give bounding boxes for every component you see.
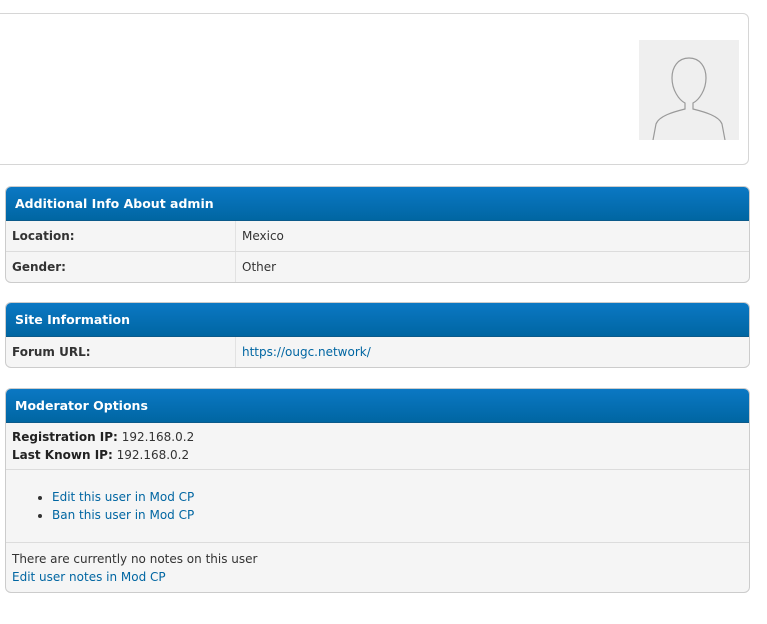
edit-user-notes-link[interactable]: Edit user notes in Mod CP xyxy=(12,570,166,584)
ban-user-modcp-link[interactable]: Ban this user in Mod CP xyxy=(52,508,194,522)
gender-label: Gender: xyxy=(6,252,236,282)
edit-user-modcp-link[interactable]: Edit this user in Mod CP xyxy=(52,490,194,504)
site-information-title: Site Information xyxy=(6,303,749,337)
notes-text: There are currently no notes on this use… xyxy=(12,552,258,566)
last-known-ip-value: 192.168.0.2 xyxy=(116,448,190,462)
additional-info-panel: Additional Info About admin Location: Me… xyxy=(5,186,750,283)
gender-row: Gender: Other xyxy=(6,252,749,282)
registration-ip-label: Registration IP: xyxy=(12,430,118,444)
forum-url-link[interactable]: https://ougc.network/ xyxy=(242,345,371,359)
profile-card xyxy=(0,13,749,165)
mod-links-section: Edit this user in Mod CP Ban this user i… xyxy=(6,470,749,543)
moderator-options-panel: Moderator Options Registration IP: 192.1… xyxy=(5,388,750,593)
registration-ip-value: 192.168.0.2 xyxy=(121,430,195,444)
ip-section: Registration IP: 192.168.0.2 Last Known … xyxy=(6,423,749,470)
forum-url-label: Forum URL: xyxy=(6,337,236,367)
default-avatar-icon xyxy=(639,40,739,140)
location-row: Location: Mexico xyxy=(6,221,749,252)
user-notes-section: There are currently no notes on this use… xyxy=(6,543,749,592)
forum-url-row: Forum URL: https://ougc.network/ xyxy=(6,337,749,367)
location-label: Location: xyxy=(6,221,236,251)
gender-value: Other xyxy=(242,260,277,274)
list-item: Ban this user in Mod CP xyxy=(52,506,743,524)
additional-info-title: Additional Info About admin xyxy=(6,187,749,221)
last-known-ip-label: Last Known IP: xyxy=(12,448,113,462)
last-known-ip-line: Last Known IP: 192.168.0.2 xyxy=(12,446,743,464)
forum-url-value-cell: https://ougc.network/ xyxy=(236,337,371,367)
registration-ip-line: Registration IP: 192.168.0.2 xyxy=(12,428,743,446)
moderator-options-title: Moderator Options xyxy=(6,389,749,423)
mod-links-list: Edit this user in Mod CP Ban this user i… xyxy=(12,488,743,524)
list-item: Edit this user in Mod CP xyxy=(52,488,743,506)
location-value: Mexico xyxy=(242,229,284,243)
site-information-panel: Site Information Forum URL: https://ougc… xyxy=(5,302,750,368)
